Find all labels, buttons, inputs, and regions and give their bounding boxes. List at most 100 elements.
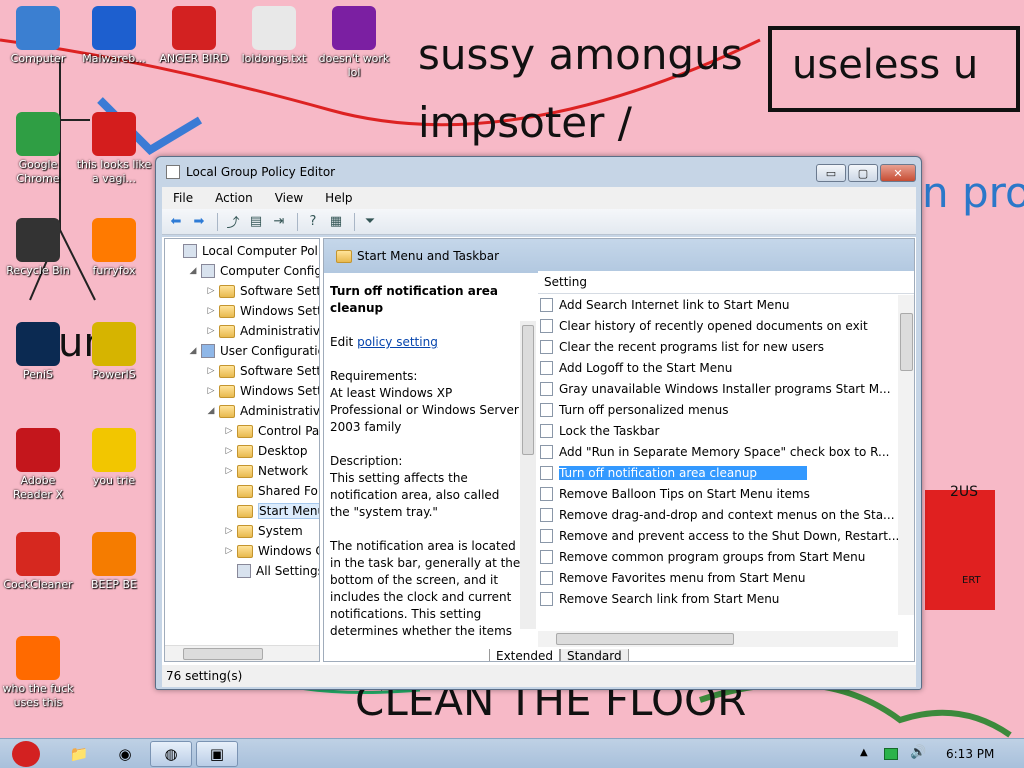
expand-arrow-icon[interactable]: ◢: [187, 266, 199, 276]
tab-extended[interactable]: Extended: [489, 648, 560, 661]
expand-arrow-icon[interactable]: ▷: [205, 326, 217, 336]
tree-node[interactable]: ▷ Windows Co: [223, 541, 319, 561]
volume-icon[interactable]: 🔊: [910, 745, 926, 760]
desktop-icon[interactable]: who the fuck uses this: [0, 636, 76, 716]
setting-row[interactable]: Turn off personalized menus: [538, 399, 914, 420]
description-title: Turn off notification area cleanup: [330, 284, 498, 315]
expand-arrow-icon[interactable]: ▷: [205, 306, 217, 316]
tree-node[interactable]: ◢ Administrative Te: [205, 401, 319, 421]
tree-node[interactable]: Start Menu ar: [223, 501, 319, 521]
close-button[interactable]: ✕: [880, 164, 916, 182]
explorer-icon[interactable]: 📁: [58, 741, 100, 767]
forward-arrow-icon[interactable]: ➡: [189, 212, 209, 232]
minimize-button[interactable]: ▭: [816, 164, 846, 182]
tree-scroll-thumb[interactable]: [183, 648, 263, 660]
setting-column-header[interactable]: Setting: [538, 271, 914, 294]
clock[interactable]: 6:13 PM: [946, 747, 994, 761]
expand-arrow-icon[interactable]: ▷: [223, 546, 235, 556]
tree-node[interactable]: ◢ User Configuration: [187, 341, 319, 361]
show-hide-tree-icon[interactable]: ▤: [246, 212, 266, 232]
desktop-icon[interactable]: ANGER BIRD: [156, 6, 232, 86]
tab-standard[interactable]: Standard: [560, 648, 629, 661]
desktop-icon[interactable]: BEEP BE: [76, 532, 152, 612]
menu-action[interactable]: Action: [204, 191, 264, 205]
expand-arrow-icon[interactable]: ▷: [223, 446, 235, 456]
expand-arrow-icon[interactable]: ◢: [187, 346, 199, 356]
desktop-icon[interactable]: Recycle Bin: [0, 218, 76, 298]
expand-arrow-icon[interactable]: ▷: [205, 366, 217, 376]
settings-vertical-scrollbar[interactable]: [898, 295, 914, 615]
tree-node[interactable]: ▷ Control Pane: [223, 421, 319, 441]
expand-arrow-icon[interactable]: ▷: [223, 526, 235, 536]
setting-row[interactable]: Gray unavailable Windows Installer progr…: [538, 378, 914, 399]
tree-node[interactable]: Shared Folde: [223, 481, 319, 501]
desktop-icon[interactable]: PowerIS: [76, 322, 152, 402]
tree-node[interactable]: All Settings: [223, 561, 319, 581]
desktop-icon[interactable]: loldongs.txt: [236, 6, 312, 86]
tree-node[interactable]: ▷ System: [223, 521, 303, 541]
tree-node[interactable]: ▷ Software Setting: [205, 281, 319, 301]
battery-icon[interactable]: [884, 748, 898, 760]
export-list-icon[interactable]: ⇥: [269, 212, 289, 232]
tree-node[interactable]: ▷ Software Setting: [205, 361, 319, 381]
setting-row[interactable]: Add "Run in Separate Memory Space" check…: [538, 441, 914, 462]
desktop-icon[interactable]: furryfox: [76, 218, 152, 298]
group-policy-taskbar-icon[interactable]: ▣: [196, 741, 238, 767]
tree-node[interactable]: ▷ Windows Setting: [205, 381, 319, 401]
setting-row[interactable]: Remove Balloon Tips on Start Menu items: [538, 483, 914, 504]
start-button[interactable]: [6, 739, 46, 768]
desktop-icon[interactable]: Malwareb...: [76, 6, 152, 86]
tree-node[interactable]: ▷ Windows Setting: [205, 301, 319, 321]
firefox-taskbar-icon[interactable]: ◍: [150, 741, 192, 767]
setting-row[interactable]: Add Search Internet link to Start Menu: [538, 294, 914, 315]
setting-row[interactable]: Remove and prevent access to the Shut Do…: [538, 525, 914, 546]
menu-view[interactable]: View: [264, 191, 314, 205]
back-arrow-icon[interactable]: ⬅: [166, 212, 186, 232]
tree-horizontal-scrollbar[interactable]: [165, 645, 319, 661]
maximize-button[interactable]: ▢: [848, 164, 878, 182]
desktop-icon[interactable]: this looks like a vagi...: [76, 112, 152, 192]
setting-row[interactable]: Remove common program groups from Start …: [538, 546, 914, 567]
expand-arrow-icon[interactable]: ▷: [223, 466, 235, 476]
expand-arrow-icon[interactable]: ▷: [223, 426, 235, 436]
setting-row[interactable]: Remove drag-and-drop and context menus o…: [538, 504, 914, 525]
tree-node[interactable]: ▷ Desktop: [223, 441, 308, 461]
title-bar[interactable]: Local Group Policy Editor: [156, 157, 921, 187]
tree-node[interactable]: ◢ Computer Configura: [187, 261, 319, 281]
setting-row[interactable]: Lock the Taskbar: [538, 420, 914, 441]
setting-row[interactable]: Clear the recent programs list for new u…: [538, 336, 914, 357]
setting-row[interactable]: Turn off notification area cleanup: [538, 462, 914, 483]
description-scrollbar[interactable]: [520, 321, 536, 629]
up-folder-icon[interactable]: ⤴: [223, 212, 243, 232]
tree-node[interactable]: ▷ Network: [223, 461, 309, 481]
chrome-taskbar-icon[interactable]: ◉: [104, 741, 146, 767]
desktop-icon[interactable]: Computer: [0, 6, 76, 86]
expand-arrow-icon[interactable]: ◢: [205, 406, 217, 416]
desktop-icon[interactable]: CockCleaner: [0, 532, 76, 612]
setting-row[interactable]: Add Logoff to the Start Menu: [538, 357, 914, 378]
help-icon[interactable]: ?: [303, 212, 323, 232]
setting-row[interactable]: Remove Favorites menu from Start Menu: [538, 567, 914, 588]
desktop-icon[interactable]: Google Chrome: [0, 112, 76, 192]
menu-file[interactable]: File: [162, 191, 204, 205]
desktop-icon[interactable]: PeniS: [0, 322, 76, 402]
expand-arrow-icon[interactable]: ▷: [205, 286, 217, 296]
expand-arrow-icon[interactable]: ▷: [205, 386, 217, 396]
description-scroll-thumb[interactable]: [522, 325, 534, 455]
menu-help[interactable]: Help: [314, 191, 363, 205]
scribble-pro: n pro: [922, 168, 1024, 217]
settings-horizontal-scrollbar[interactable]: [538, 631, 898, 647]
setting-row[interactable]: Remove Search link from Start Menu: [538, 588, 914, 609]
desktop-icon[interactable]: doesn't work lol: [316, 6, 392, 86]
filter-icon[interactable]: ⏷: [360, 212, 380, 232]
settings-hscroll-thumb[interactable]: [556, 633, 734, 645]
desktop-icon[interactable]: you trie: [76, 428, 152, 508]
tree-node[interactable]: ▷ Administrative Te: [205, 321, 319, 341]
properties-icon[interactable]: ▦: [326, 212, 346, 232]
show-hidden-icons-button[interactable]: ▲: [860, 747, 868, 758]
tree-node[interactable]: Local Computer Policy: [169, 241, 319, 261]
policy-setting-link[interactable]: policy setting: [357, 335, 438, 349]
desktop-icon[interactable]: Adobe Reader X: [0, 428, 76, 508]
settings-scroll-thumb[interactable]: [900, 313, 913, 371]
setting-row[interactable]: Clear history of recently opened documen…: [538, 315, 914, 336]
